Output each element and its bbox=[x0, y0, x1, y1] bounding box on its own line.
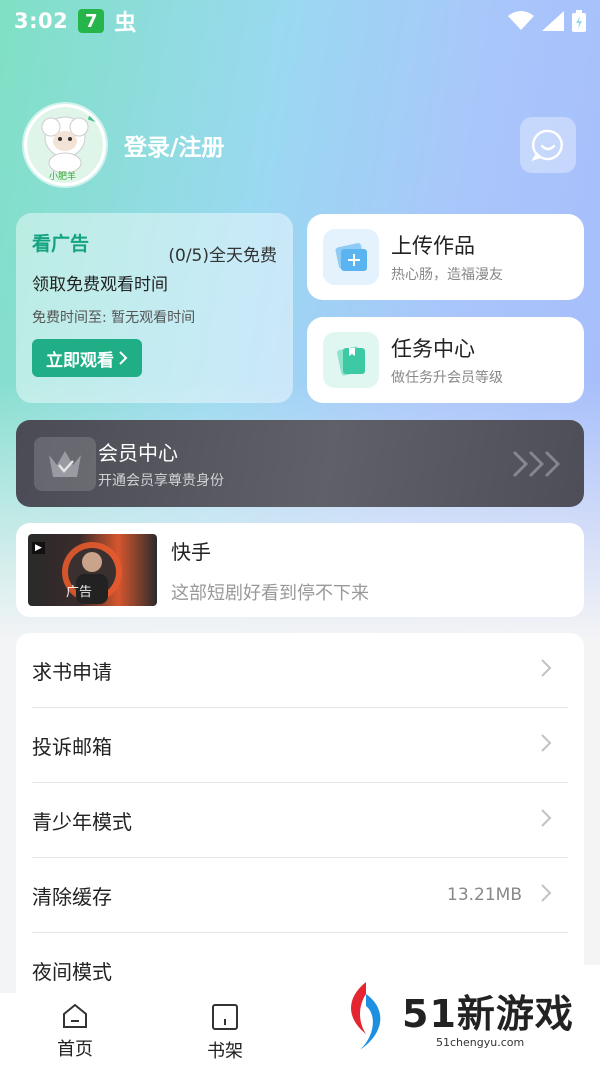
profile-row[interactable]: 小肥羊 登录/注册 bbox=[24, 104, 224, 186]
watermark-brand: 51新游戏 bbox=[402, 991, 574, 1036]
task-center-title: 任务中心 bbox=[391, 337, 475, 361]
ad-banner-title: 快手 bbox=[171, 539, 211, 564]
signal-icon bbox=[542, 11, 564, 31]
wifi-icon bbox=[508, 11, 534, 30]
chevron-right-icon bbox=[119, 351, 128, 365]
avatar[interactable]: 小肥羊 bbox=[24, 104, 106, 186]
login-register-link[interactable]: 登录/注册 bbox=[124, 128, 224, 162]
watch-now-button[interactable]: 立即观看 bbox=[32, 339, 142, 377]
menu-item-complaint-email[interactable]: 投诉邮箱 bbox=[32, 708, 568, 783]
nav-tab-bookshelf[interactable]: 书架 bbox=[150, 993, 300, 1063]
ad-card-count: (0/5)全天免费 bbox=[168, 246, 277, 266]
upload-works-subtitle: 热心肠，造福漫友 bbox=[391, 267, 503, 283]
menu-item-label: 投诉邮箱 bbox=[32, 734, 112, 759]
task-icon bbox=[323, 332, 379, 388]
ad-thumbnail[interactable]: ▶ 广告 bbox=[28, 534, 157, 606]
site-watermark: 51新游戏 51chengyu.com bbox=[336, 965, 600, 1066]
menu-item-label: 夜间模式 bbox=[32, 960, 112, 984]
task-center-card[interactable]: 任务中心 做任务升会员等级 bbox=[307, 317, 584, 403]
nav-tab-home-label: 首页 bbox=[57, 1039, 93, 1060]
status-bar: 3:02 7 虫 bbox=[0, 0, 600, 42]
bookshelf-icon bbox=[212, 1004, 238, 1030]
status-indicators bbox=[508, 10, 586, 32]
ad-card-free-time: 免费时间至: 暂无观看时间 bbox=[32, 310, 196, 326]
status-time: 3:02 bbox=[14, 9, 69, 33]
cache-size-value: 13.21MB bbox=[447, 885, 522, 905]
avatar-caption: 小肥羊 bbox=[49, 170, 76, 182]
chevron-right-icon bbox=[540, 733, 552, 758]
ad-banner-subtitle: 这部短剧好看到停不下来 bbox=[171, 582, 369, 604]
menu-item-label: 清除缓存 bbox=[32, 884, 112, 909]
menu-item-clear-cache[interactable]: 清除缓存 13.21MB bbox=[32, 858, 568, 933]
ad-thumbnail-label: 广告 bbox=[66, 585, 93, 600]
bug-icon: 虫 bbox=[114, 11, 137, 36]
home-icon bbox=[63, 1003, 87, 1028]
sponsored-ad-banner[interactable]: ▶ 广告 快手 这部短剧好看到停不下来 bbox=[16, 523, 584, 617]
chevron-right-icon bbox=[540, 808, 552, 833]
chevron-right-icon bbox=[540, 883, 552, 908]
triple-chevron-icon bbox=[512, 450, 561, 477]
upload-works-card[interactable]: 上传作品 热心肠，造福漫友 bbox=[307, 214, 584, 300]
menu-item-label: 青少年模式 bbox=[32, 809, 132, 834]
ad-thumbnail-tag: ▶ bbox=[32, 542, 45, 554]
vip-center-title: 会员中心 bbox=[98, 441, 178, 465]
nav-tab-home[interactable]: 首页 bbox=[0, 993, 150, 1061]
upload-icon bbox=[323, 229, 379, 285]
crown-icon bbox=[34, 436, 96, 491]
message-button[interactable] bbox=[520, 117, 576, 173]
watermark-logo bbox=[351, 981, 381, 1050]
chevron-right-icon bbox=[540, 658, 552, 683]
menu-item-teen-mode[interactable]: 青少年模式 bbox=[32, 783, 568, 858]
app-notification-icon: 7 bbox=[78, 9, 105, 33]
upload-works-title: 上传作品 bbox=[391, 234, 475, 258]
battery-icon bbox=[572, 10, 586, 32]
vip-center-subtitle: 开通会员享尊贵身份 bbox=[98, 473, 224, 489]
vip-center-card[interactable]: 会员中心 开通会员享尊贵身份 bbox=[16, 420, 584, 507]
watch-ad-card: 看广告 (0/5)全天免费 领取免费观看时间 免费时间至: 暂无观看时间 立即观… bbox=[16, 213, 293, 403]
settings-menu: 求书申请 投诉邮箱 青少年模式 清除缓存 13.21MB 夜间模式 bbox=[16, 633, 584, 1013]
task-center-subtitle: 做任务升会员等级 bbox=[391, 370, 503, 386]
menu-item-book-request[interactable]: 求书申请 bbox=[32, 633, 568, 708]
nav-tab-bookshelf-label: 书架 bbox=[207, 1041, 243, 1062]
watch-now-label: 立即观看 bbox=[46, 350, 114, 371]
sheep-avatar-icon: 小肥羊 bbox=[27, 107, 103, 183]
ad-card-description: 领取免费观看时间 bbox=[32, 275, 168, 295]
chat-bubble-icon bbox=[531, 129, 563, 162]
menu-item-label: 求书申请 bbox=[32, 659, 112, 684]
